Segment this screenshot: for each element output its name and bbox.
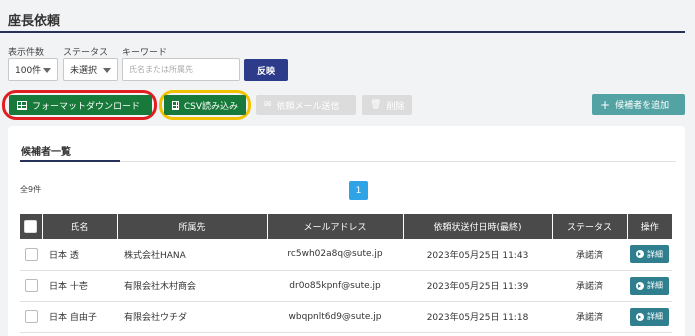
csv-import-label: CSV読み込み [183, 101, 238, 112]
detail-label: 詳細 [647, 281, 663, 290]
candidates-panel: 候補者一覧 全9件 1 氏名 所属先 メールアドレス 依頼状送付日時(最終) ス… [8, 126, 685, 336]
action-cell: 詳細 [627, 301, 672, 333]
column-action: 操作 [627, 214, 672, 239]
add-candidate-button[interactable]: + 候補者を追加 [592, 94, 685, 115]
column-name: 氏名 [42, 214, 118, 239]
action-cell: 詳細 [627, 270, 672, 302]
title-divider [0, 31, 685, 33]
format-download-button[interactable]: フォーマットダウンロード [9, 95, 152, 115]
plus-icon: + [600, 97, 611, 112]
candidate-sent-at: 2023年05月25日 11:39 [403, 270, 552, 302]
column-sent-at: 依頼状送付日時(最終) [403, 214, 553, 239]
status-label: ステータス [63, 48, 109, 58]
table-row: 日本 自由子 有限会社ウチダ wbqpnlt6d9@sute.jp 2023年0… [20, 301, 672, 333]
section-title: 候補者一覧 [21, 147, 71, 158]
candidate-sent-at: 2023年05月25日 11:18 [403, 301, 552, 333]
csv-import-button[interactable]: CSV読み込み [164, 95, 246, 115]
delete-button[interactable]: 🗑 削除 [362, 95, 412, 115]
arrow-circle-icon [636, 281, 644, 290]
select-all-header [20, 214, 43, 239]
delete-label: 削除 [386, 101, 405, 112]
keyword-label: キーワード [122, 48, 168, 58]
detail-label: 詳細 [647, 249, 663, 259]
column-email: メールアドレス [267, 214, 404, 239]
detail-label: 詳細 [647, 312, 663, 321]
candidate-name: 日本 透 [42, 239, 117, 271]
candidate-email: rc5wh02a8q@sute.jp [267, 239, 403, 271]
column-status: ステータス [552, 214, 628, 239]
section-title-underline [20, 160, 120, 162]
candidate-affiliation: 株式会社HANA [117, 239, 267, 271]
pagination-page-1[interactable]: 1 [349, 181, 368, 200]
detail-button[interactable]: 詳細 [630, 276, 669, 295]
table-header-row: 氏名 所属先 メールアドレス 依頼状送付日時(最終) ステータス 操作 [20, 214, 672, 239]
detail-button[interactable]: 詳細 [630, 307, 669, 326]
table-icon [172, 100, 179, 110]
table-row: 日本 十壱 有限会社木村商会 dr0o85kpnf@sute.jp 2023年0… [20, 270, 672, 302]
envelope-icon: ✉ [264, 100, 272, 110]
send-request-mail-label: 依頼メール送信 [276, 101, 340, 112]
candidates-table: 氏名 所属先 メールアドレス 依頼状送付日時(最終) ステータス 操作 日本 透… [20, 214, 672, 333]
row-select-cell [20, 270, 42, 302]
apply-button[interactable]: 反映 [244, 59, 288, 81]
keyword-input[interactable] [122, 58, 240, 81]
add-candidate-label: 候補者を追加 [615, 101, 670, 111]
chevron-down-icon [103, 68, 111, 73]
format-download-label: フォーマットダウンロード [32, 101, 141, 112]
select-all-checkbox[interactable] [24, 220, 38, 233]
detail-button[interactable]: 詳細 [630, 245, 669, 264]
column-affiliation: 所属先 [117, 214, 268, 239]
table-row: 日本 透 株式会社HANA rc5wh02a8q@sute.jp 2023年05… [20, 239, 672, 271]
row-checkbox[interactable] [24, 310, 38, 323]
candidate-email: wbqpnlt6d9@sute.jp [267, 301, 403, 333]
arrow-circle-icon [636, 250, 644, 259]
candidate-sent-at: 2023年05月25日 11:43 [403, 239, 552, 271]
status-select[interactable]: 未選択 [63, 58, 118, 81]
row-checkbox[interactable] [24, 279, 38, 292]
chevron-down-icon [43, 68, 51, 73]
candidate-status: 承諾済 [552, 270, 627, 302]
arrow-circle-icon [636, 312, 644, 321]
trash-icon: 🗑 [370, 100, 382, 110]
table-icon [17, 100, 27, 110]
candidate-status: 承諾済 [552, 239, 627, 271]
candidate-email: dr0o85kpnf@sute.jp [267, 270, 403, 302]
row-select-cell [20, 239, 42, 271]
total-count: 全9件 [20, 185, 42, 194]
send-request-mail-button[interactable]: ✉ 依頼メール送信 [256, 95, 356, 115]
page-title: 座長依頼 [8, 14, 61, 29]
display-count-select[interactable]: 100件 [8, 58, 58, 81]
candidate-name: 日本 十壱 [42, 270, 117, 302]
row-checkbox[interactable] [24, 247, 38, 261]
action-cell: 詳細 [627, 239, 672, 271]
status-value: 未選択 [70, 66, 98, 76]
candidate-name: 日本 自由子 [42, 301, 117, 333]
row-select-cell [20, 301, 42, 333]
candidate-affiliation: 有限会社ウチダ [117, 301, 267, 333]
candidate-status: 承諾済 [552, 301, 627, 333]
candidate-affiliation: 有限会社木村商会 [117, 270, 267, 302]
display-count-label: 表示件数 [8, 48, 45, 58]
display-count-value: 100件 [15, 66, 42, 76]
